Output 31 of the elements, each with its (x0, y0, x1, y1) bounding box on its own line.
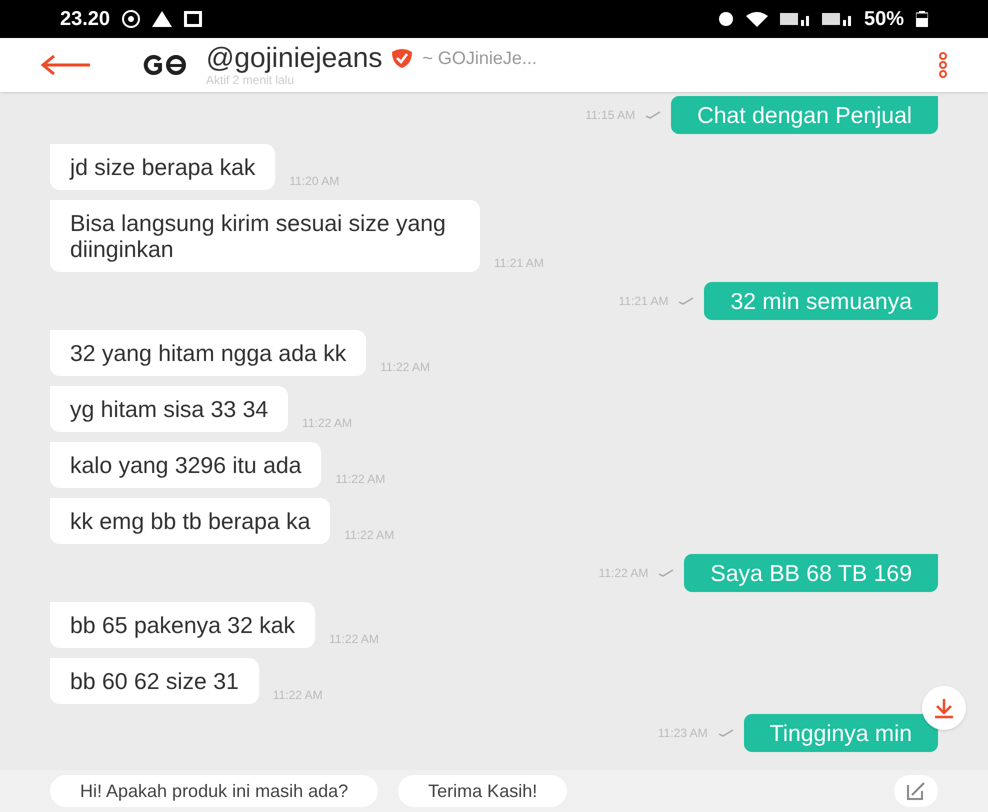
battery-icon (916, 11, 928, 27)
signal-icon (780, 12, 810, 26)
logo-icon (142, 54, 188, 76)
battery-percent: 50% (864, 7, 904, 32)
back-arrow-icon[interactable] (40, 54, 92, 76)
shop-name: ~ GOJinieJe... (422, 49, 537, 67)
outgoing-message: Saya BB 68 TB 169 (684, 554, 938, 592)
edit-icon[interactable] (906, 781, 926, 801)
status-time: 23.20 (60, 7, 110, 32)
incoming-message: yg hitam sisa 33 34 (50, 386, 288, 432)
square-icon (184, 11, 202, 27)
quick-reply-button[interactable]: Hi! Apakah produk ini masih ada? (50, 775, 378, 807)
incoming-message: kalo yang 3296 itu ada (50, 442, 322, 488)
incoming-message: 32 yang hitam ngga ada kk (50, 330, 366, 376)
download-arrow-icon (933, 697, 955, 719)
more-options-icon[interactable] (938, 52, 948, 78)
wifi-icon (746, 11, 768, 27)
warning-icon (152, 11, 172, 27)
ring-icon (122, 10, 140, 28)
shop-username: @gojiniejeans (206, 44, 382, 72)
outgoing-message: 32 min semuanya (704, 282, 938, 320)
incoming-message: bb 60 62 size 31 (50, 658, 259, 704)
incoming-message: Bisa langsung kirim sesuai size yang diinginkan (50, 200, 480, 272)
incoming-message: bb 65 pakenya 32 kak (50, 602, 316, 648)
scroll-down-button[interactable] (922, 686, 966, 730)
outgoing-message: Chat dengan Penjual (671, 96, 938, 134)
signal-icon (822, 12, 852, 26)
outgoing-message: Tingginya min (744, 714, 938, 752)
incoming-message: kk emg bb tb berapa ka (50, 498, 330, 544)
incoming-message: jd size berapa kak (50, 144, 276, 190)
quick-reply-button[interactable]: Terima Kasih! (398, 775, 568, 807)
